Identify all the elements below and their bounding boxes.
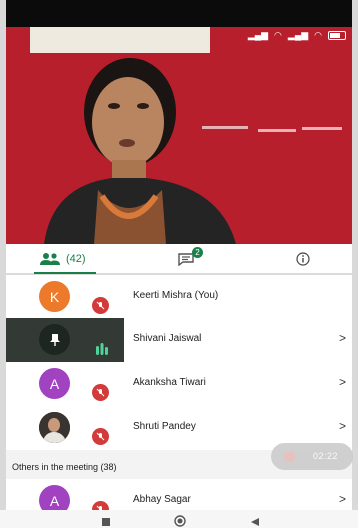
avatar-photo [39, 412, 70, 443]
people-icon [40, 253, 60, 265]
avatar: K [39, 281, 70, 312]
avatar: A [39, 368, 70, 399]
chevron-right-icon: > [338, 375, 346, 389]
participant-video-image [44, 58, 236, 244]
chat-unread-badge: 2 [192, 247, 203, 258]
info-icon [296, 252, 310, 266]
recording-time: 02:22 [313, 451, 339, 461]
chevron-right-icon: > [338, 419, 346, 433]
avatar-initial: A [49, 375, 60, 392]
recording-indicator[interactable]: 02:22 [271, 443, 353, 470]
participant-name: Shivani Jaiswal [133, 333, 202, 344]
recent-apps-icon[interactable] [101, 514, 113, 526]
home-icon[interactable] [174, 514, 186, 527]
avatar-initial: A [49, 492, 60, 509]
avatar-initial: K [49, 288, 60, 305]
tab-info[interactable] [296, 244, 310, 274]
mic-off-icon [92, 384, 109, 401]
pin-icon [49, 333, 60, 346]
record-icon [284, 451, 295, 462]
speaking-indicator-icon [96, 343, 108, 355]
others-section-label: Others in the meeting (38) [12, 462, 117, 472]
participant-count: (42) [66, 253, 86, 265]
chevron-right-icon: > [338, 331, 346, 345]
participant-row[interactable]: K Keerti Mishra (You) [6, 275, 352, 319]
mic-off-icon [92, 428, 109, 445]
participant-name: Keerti Mishra (You) [133, 290, 219, 301]
chevron-right-icon: > [338, 492, 346, 506]
tab-chat[interactable]: 2 [178, 244, 203, 274]
participant-name: Akanksha Tiwari [133, 377, 206, 388]
video-feed[interactable]: ▂▄▆ ◠ ▂▄▆ ◠ [6, 0, 352, 244]
tab-active-indicator [34, 272, 96, 274]
meeting-screen: ▂▄▆ ◠ ▂▄▆ ◠ (42) 2 K Keerti Mishra (You)… [0, 0, 358, 528]
tab-people[interactable]: (42) [34, 244, 96, 274]
tab-bar: (42) 2 [6, 244, 352, 274]
participant-row[interactable]: Shivani Jaiswal > [6, 318, 352, 362]
avatar [39, 324, 70, 355]
mic-off-icon [92, 297, 109, 314]
participant-name: Shruti Pandey [133, 421, 196, 432]
participant-list: K Keerti Mishra (You) Shivani Jaiswal > [6, 275, 352, 528]
participant-row[interactable]: A Akanksha Tiwari > [6, 362, 352, 406]
participant-name: Abhay Sagar [133, 494, 191, 505]
system-nav-bar [0, 510, 358, 528]
back-icon[interactable] [250, 514, 262, 526]
